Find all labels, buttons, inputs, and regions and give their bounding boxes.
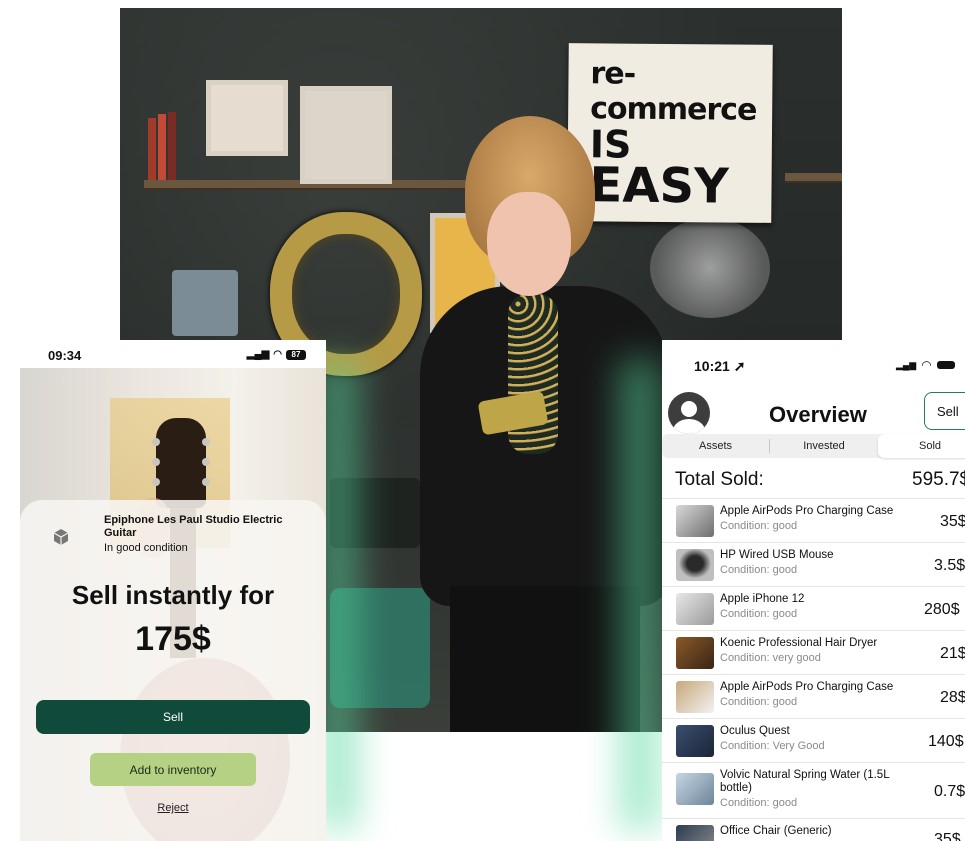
item-condition: Condition: good bbox=[720, 696, 798, 708]
signal-icon: ▂▄▆ bbox=[896, 359, 917, 370]
battery-icon: 87 bbox=[286, 349, 306, 360]
wifi-icon: ◠ bbox=[921, 358, 932, 372]
wifi-icon: ◠ bbox=[273, 349, 282, 360]
item-price: 35$ bbox=[940, 513, 965, 530]
item-condition: Condition: good bbox=[720, 608, 798, 620]
total-sold-label: Total Sold: bbox=[675, 469, 764, 490]
list-item[interactable]: Apple AirPods Pro Charging Case Conditio… bbox=[662, 674, 965, 719]
item-thumbnail bbox=[676, 593, 714, 625]
list-item[interactable]: Koenic Professional Hair Dryer Condition… bbox=[662, 630, 965, 675]
wall-shelf bbox=[785, 173, 842, 183]
status-bar: 09:34 ▂▄▆ ◠ 87 bbox=[20, 340, 326, 368]
offer-price: 175$ bbox=[135, 620, 211, 658]
status-icons: ▂▄▆ ◠ 87 bbox=[247, 349, 306, 360]
item-thumbnail bbox=[676, 637, 714, 669]
reject-link[interactable]: Reject bbox=[20, 802, 326, 814]
overview-screen: 10:21 ➚ ▂▄▆ ◠ Overview Sell Assets Inves… bbox=[662, 340, 965, 841]
item-price: 3.5$ bbox=[934, 557, 965, 574]
list-item[interactable]: Office Chair (Generic) 35$ bbox=[662, 818, 965, 841]
product-condition: In good condition bbox=[104, 542, 188, 554]
sell-offer-screen: 09:34 ▂▄▆ ◠ 87 Epiphone Les Paul Studio … bbox=[20, 340, 326, 841]
page-title: Overview bbox=[769, 402, 867, 427]
item-name: Koenic Professional Hair Dryer bbox=[720, 637, 878, 649]
status-icons: ▂▄▆ ◠ bbox=[896, 358, 955, 372]
item-condition: Condition: very good bbox=[720, 652, 821, 664]
item-name: Volvic Natural Spring Water (1.5L bottle… bbox=[720, 769, 890, 794]
item-price: 140$ bbox=[928, 733, 964, 750]
sell-button[interactable]: Sell bbox=[924, 392, 965, 430]
item-price: 280$ bbox=[924, 601, 960, 618]
item-condition: Condition: good bbox=[720, 564, 798, 576]
item-name: Office Chair (Generic) bbox=[720, 825, 832, 837]
signal-icon: ▂▄▆ bbox=[246, 349, 270, 360]
item-name: Oculus Quest bbox=[720, 725, 790, 737]
item-thumbnail bbox=[676, 549, 714, 581]
pants bbox=[450, 586, 640, 732]
total-sold-value: 595.7$ bbox=[912, 469, 965, 490]
item-thumbnail bbox=[676, 825, 714, 841]
list-item[interactable]: Apple iPhone 12 Condition: good 280$ bbox=[662, 586, 965, 631]
tab-assets[interactable]: Assets bbox=[662, 434, 769, 458]
wall-picture bbox=[206, 80, 288, 156]
status-time: 09:34 bbox=[48, 348, 82, 363]
item-price: 28$ bbox=[940, 689, 965, 706]
offer-headline: Sell instantly for bbox=[71, 580, 275, 610]
product-name: Epiphone Les Paul Studio Electric Guitar bbox=[104, 514, 283, 539]
item-condition: Condition: good bbox=[720, 520, 798, 532]
tab-invested[interactable]: Invested bbox=[770, 434, 878, 458]
item-name: Apple iPhone 12 bbox=[720, 593, 805, 605]
item-price: 21$ bbox=[940, 645, 965, 662]
item-name: HP Wired USB Mouse bbox=[720, 549, 834, 561]
status-time: 10:21 ➚ bbox=[694, 358, 746, 374]
list-item[interactable]: Volvic Natural Spring Water (1.5L bottle… bbox=[662, 762, 965, 819]
segmented-control: Assets Invested Sold bbox=[662, 434, 965, 458]
avatar[interactable] bbox=[668, 392, 710, 434]
item-condition: Condition: good bbox=[720, 797, 798, 809]
item-name: Apple AirPods Pro Charging Case bbox=[720, 681, 894, 693]
item-thumbnail bbox=[676, 505, 714, 537]
list-item[interactable]: Apple AirPods Pro Charging Case Conditio… bbox=[662, 498, 965, 543]
sell-button[interactable]: Sell bbox=[36, 700, 310, 734]
face bbox=[487, 192, 571, 296]
offer-card: Epiphone Les Paul Studio Electric Guitar… bbox=[20, 500, 326, 841]
guitar-headstock bbox=[152, 418, 210, 508]
box-icon bbox=[52, 528, 70, 546]
item-name: Apple AirPods Pro Charging Case bbox=[720, 505, 894, 517]
list-item[interactable]: Oculus Quest Condition: Very Good 140$ bbox=[662, 718, 965, 763]
stacked-boxes bbox=[172, 270, 238, 336]
battery-icon bbox=[936, 361, 955, 369]
item-price: 0.7$ bbox=[934, 783, 965, 800]
right-glow bbox=[620, 360, 660, 830]
item-thumbnail bbox=[676, 773, 714, 805]
item-price: 35$ bbox=[934, 831, 961, 841]
scarf bbox=[508, 294, 558, 454]
wall-picture bbox=[300, 86, 392, 184]
item-thumbnail bbox=[676, 725, 714, 757]
item-thumbnail bbox=[676, 681, 714, 713]
item-condition: Condition: Very Good bbox=[720, 740, 825, 752]
list-item[interactable]: HP Wired USB Mouse Condition: good 3.5$ bbox=[662, 542, 965, 587]
add-to-inventory-button[interactable]: Add to inventory bbox=[90, 753, 256, 786]
tab-sold[interactable]: Sold bbox=[878, 434, 965, 458]
